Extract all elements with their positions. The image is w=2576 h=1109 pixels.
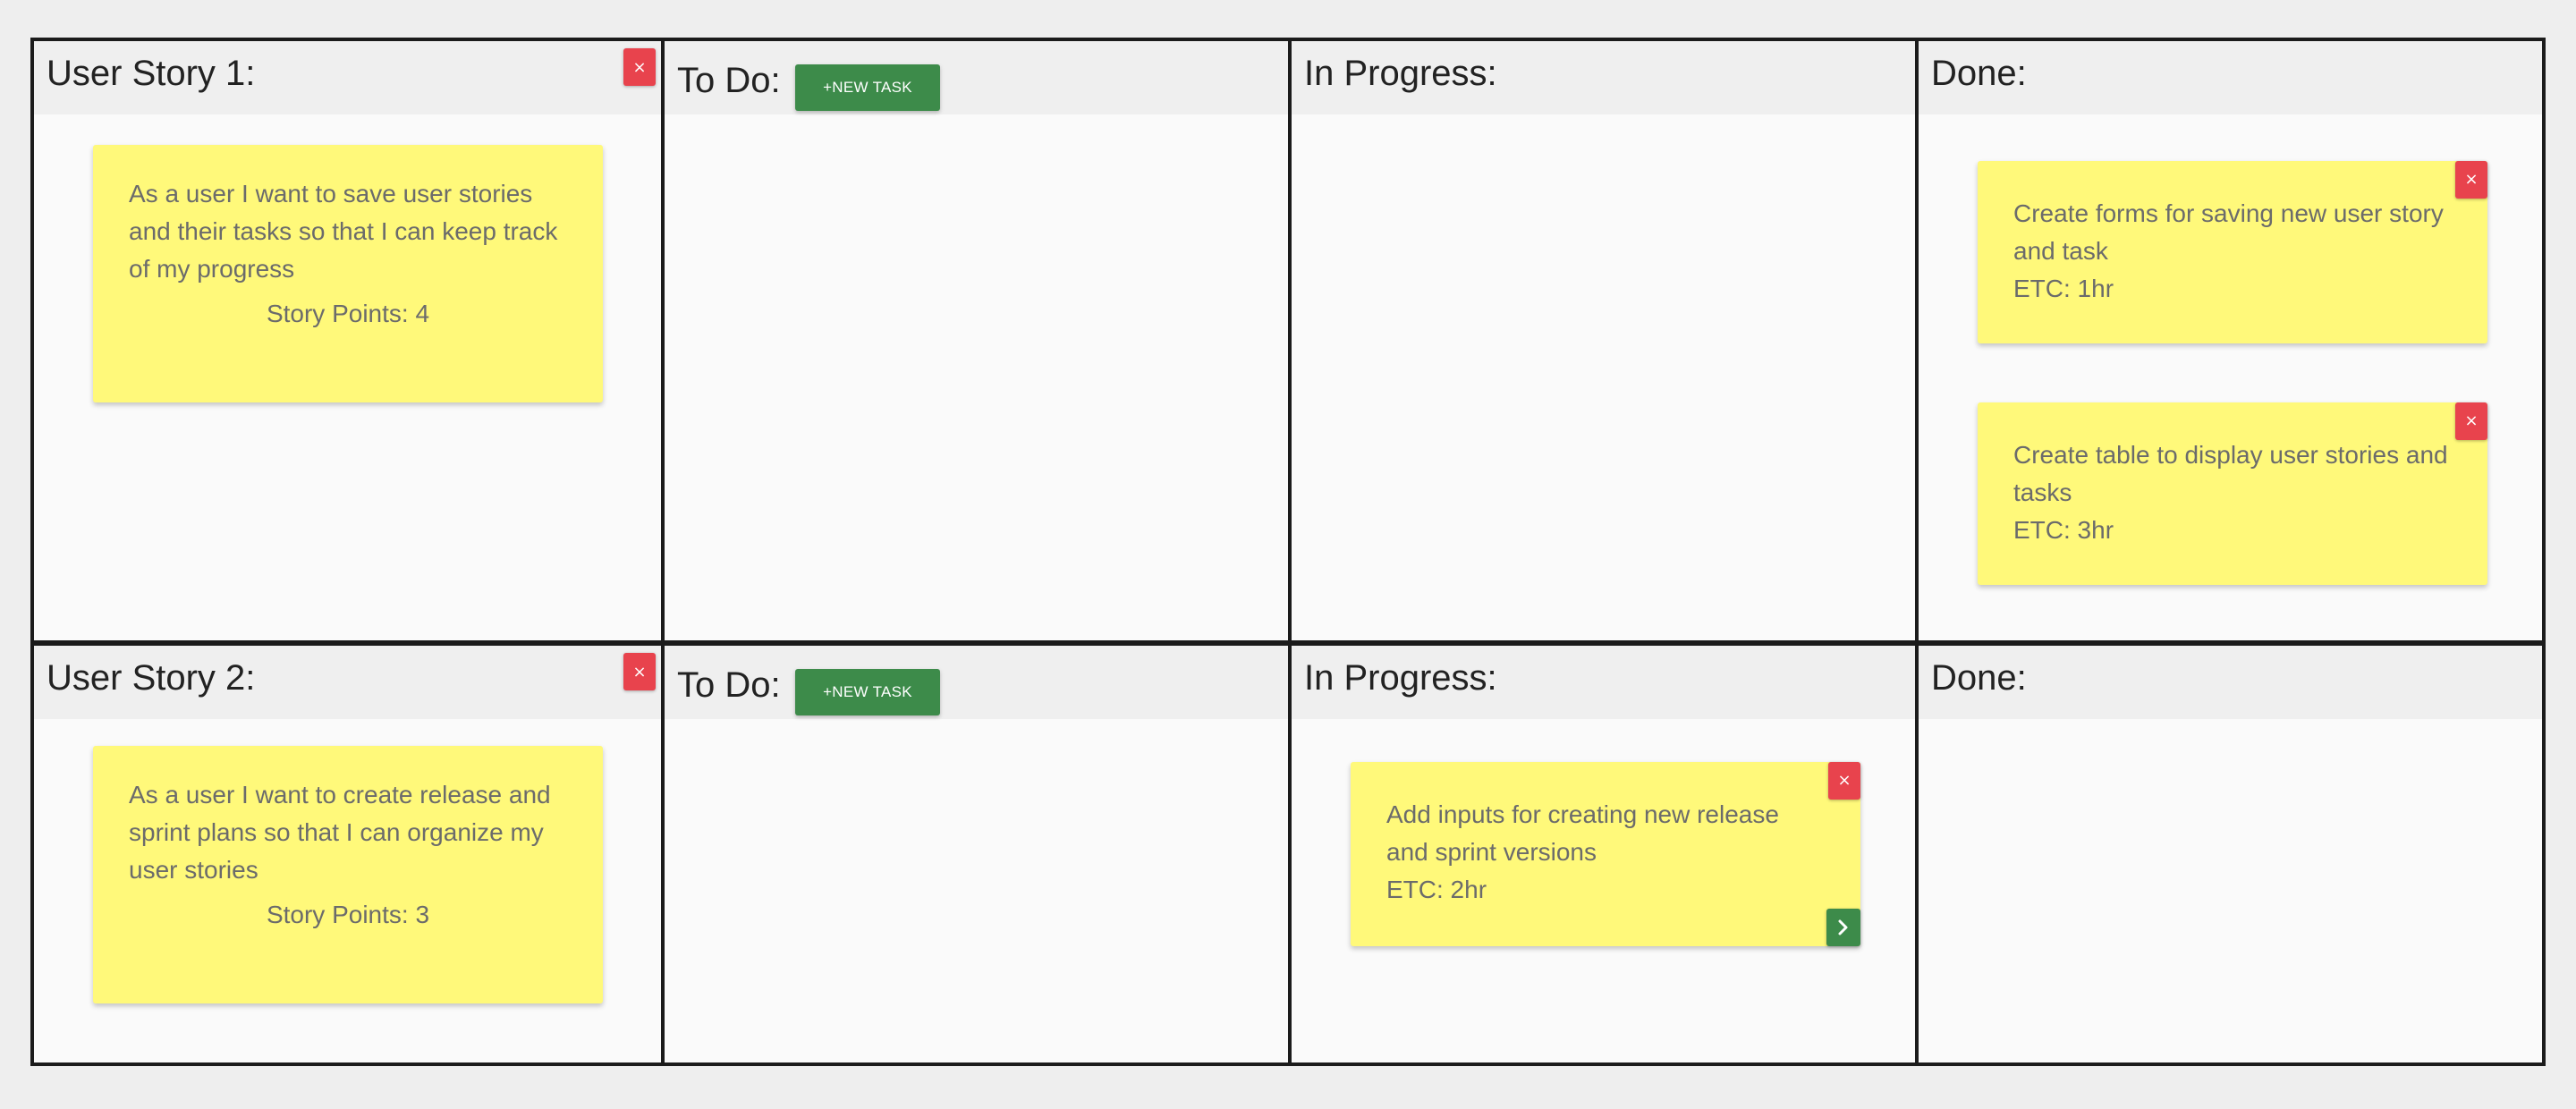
done-column: Done: Create forms for saving new user s…	[1915, 41, 2542, 640]
story-title: User Story 1:	[47, 54, 256, 93]
delete-task-button[interactable]: ×	[1828, 762, 1860, 800]
new-task-button[interactable]: +NEW TASK	[795, 669, 940, 715]
in-progress-column: In Progress: Add inputs for creating new…	[1288, 646, 1915, 1062]
done-title: Done:	[1931, 54, 2027, 93]
done-column: Done:	[1915, 646, 2542, 1062]
in-progress-column: In Progress:	[1288, 41, 1915, 640]
new-task-button[interactable]: +NEW TASK	[795, 64, 940, 111]
column-header: To Do: +NEW TASK	[665, 646, 1288, 719]
todo-title: To Do:	[677, 61, 781, 100]
column-header: User Story 1: ×	[34, 41, 661, 114]
delete-task-button[interactable]: ×	[2455, 161, 2487, 199]
move-task-button[interactable]	[1826, 909, 1860, 946]
task-description: Create forms for saving new user story a…	[2013, 199, 2444, 265]
task-card[interactable]: Create forms for saving new user story a…	[1978, 161, 2487, 343]
column-header: To Do: +NEW TASK	[665, 41, 1288, 114]
task-description: Create table to display user stories and…	[2013, 441, 2448, 506]
column-header: User Story 2: ×	[34, 646, 661, 719]
task-etc: ETC: 1hr	[2013, 275, 2114, 302]
story-card[interactable]: As a user I want to save user stories an…	[93, 145, 603, 402]
story-row-1: User Story 1: × As a user I want to save…	[34, 41, 2542, 640]
story-column: User Story 2: × As a user I want to crea…	[34, 646, 661, 1062]
task-description: Add inputs for creating new release and …	[1386, 800, 1779, 866]
delete-task-button[interactable]: ×	[2455, 402, 2487, 440]
story-description: As a user I want to save user stories an…	[129, 180, 558, 283]
column-header: In Progress:	[1292, 41, 1915, 114]
story-points: Story Points: 3	[266, 901, 430, 928]
column-header: Done:	[1919, 41, 2542, 114]
todo-column: To Do: +NEW TASK	[661, 646, 1288, 1062]
in-progress-title: In Progress:	[1304, 54, 1497, 93]
done-title: Done:	[1931, 658, 2027, 698]
task-card[interactable]: Add inputs for creating new release and …	[1351, 762, 1860, 946]
story-description: As a user I want to create release and s…	[129, 781, 551, 884]
story-points: Story Points: 4	[266, 300, 430, 327]
todo-column: To Do: +NEW TASK	[661, 41, 1288, 640]
task-card[interactable]: Create table to display user stories and…	[1978, 402, 2487, 585]
story-row-2: User Story 2: × As a user I want to crea…	[34, 646, 2542, 1062]
story-card[interactable]: As a user I want to create release and s…	[93, 746, 603, 1003]
delete-story-button[interactable]: ×	[623, 48, 656, 86]
story-title: User Story 2:	[47, 658, 256, 698]
todo-title: To Do:	[677, 665, 781, 705]
task-etc: ETC: 3hr	[2013, 516, 2114, 544]
in-progress-title: In Progress:	[1304, 658, 1497, 698]
scrum-board: User Story 1: × As a user I want to save…	[30, 38, 2546, 1066]
column-header: In Progress:	[1292, 646, 1915, 719]
story-column: User Story 1: × As a user I want to save…	[34, 41, 661, 640]
task-etc: ETC: 2hr	[1386, 876, 1487, 903]
column-header: Done:	[1919, 646, 2542, 719]
chevron-right-icon	[1838, 919, 1848, 935]
delete-story-button[interactable]: ×	[623, 653, 656, 690]
